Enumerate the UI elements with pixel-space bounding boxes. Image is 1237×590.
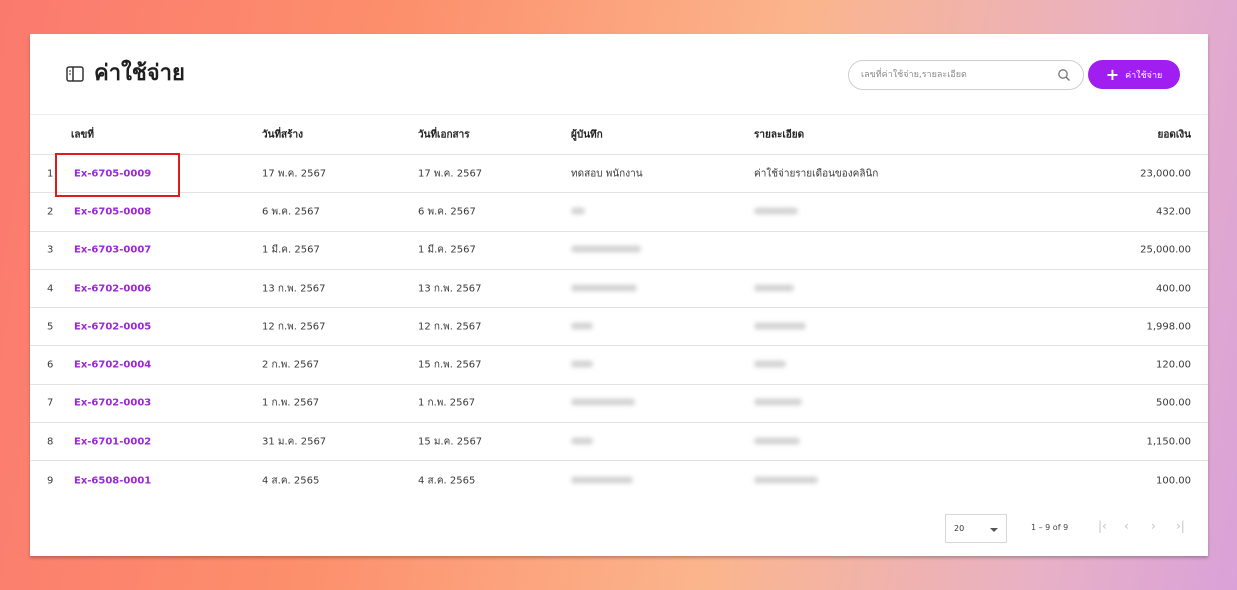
highlight-box: [55, 153, 180, 197]
expense-amount: 1,150.00: [1146, 436, 1191, 448]
caret-down-icon: [990, 528, 998, 532]
expenses-table: เลขที่ วันที่สร้าง วันที่เอกสาร ผู้บันทึ…: [30, 114, 1208, 500]
recorder-redacted: [571, 206, 585, 217]
column-header-amount[interactable]: ยอดเงิน: [1158, 127, 1192, 142]
created-date: 1 ก.พ. 2567: [262, 397, 320, 409]
detail-redacted: [754, 398, 802, 409]
column-header-created[interactable]: วันที่สร้าง: [262, 127, 303, 142]
expense-amount: 400.00: [1156, 283, 1191, 295]
page-header: ค่าใช้จ่าย + ค่าใช้จ่าย: [30, 34, 1208, 114]
created-date: 4 ส.ค. 2565: [262, 475, 320, 487]
recorder-redacted: [571, 245, 641, 256]
expense-number-link[interactable]: Ex-6702-0005: [74, 321, 151, 332]
created-date: 13 ก.พ. 2567: [262, 283, 326, 295]
expense-amount: 120.00: [1156, 359, 1191, 371]
detail-redacted: [754, 475, 818, 486]
sidebar-toggle-icon[interactable]: [66, 66, 84, 82]
table-row[interactable]: 8 Ex-6701-0002 31 ม.ค. 2567 15 ม.ค. 2567…: [30, 423, 1208, 462]
table-row[interactable]: 4 Ex-6702-0006 13 ก.พ. 2567 13 ก.พ. 2567…: [30, 270, 1208, 309]
row-index: 6: [47, 359, 54, 371]
row-index: 3: [47, 244, 54, 256]
pagination: 20 1 – 9 of 9 |‹ ‹ › ›|: [30, 504, 1208, 544]
table-header: เลขที่ วันที่สร้าง วันที่เอกสาร ผู้บันทึ…: [30, 114, 1208, 155]
search-icon[interactable]: [1057, 68, 1071, 82]
created-date: 17 พ.ค. 2567: [262, 168, 327, 180]
row-index: 8: [47, 436, 54, 448]
created-date: 6 พ.ค. 2567: [262, 206, 320, 218]
expense-amount: 25,000.00: [1140, 244, 1191, 256]
expense-amount: 1,998.00: [1146, 321, 1191, 333]
expense-detail: ค่าใช้จ่ายรายเดือนของคลินิก: [754, 168, 879, 180]
recorder-redacted: [571, 398, 635, 409]
row-index: 7: [47, 397, 54, 409]
document-date: 15 ม.ค. 2567: [418, 436, 483, 448]
plus-icon: +: [1105, 64, 1120, 84]
column-header-number[interactable]: เลขที่: [71, 127, 94, 142]
last-page-icon[interactable]: ›|: [1176, 520, 1185, 532]
page-range: 1 – 9 of 9: [1031, 523, 1069, 532]
table-row[interactable]: 2 Ex-6705-0008 6 พ.ค. 2567 6 พ.ค. 2567 4…: [30, 193, 1208, 232]
page-size-value: 20: [954, 524, 965, 533]
expense-number-link[interactable]: Ex-6508-0001: [74, 475, 151, 486]
detail-redacted: [754, 436, 800, 447]
expense-number-link[interactable]: Ex-6702-0004: [74, 360, 151, 371]
detail-redacted: [754, 283, 794, 294]
next-page-icon[interactable]: ›: [1151, 520, 1156, 532]
recorder-redacted: [571, 283, 637, 294]
row-index: 2: [47, 206, 54, 218]
document-date: 12 ก.พ. 2567: [418, 321, 482, 333]
table-row[interactable]: 6 Ex-6702-0004 2 ก.พ. 2567 15 ก.พ. 2567 …: [30, 346, 1208, 385]
expense-number-link[interactable]: Ex-6702-0003: [74, 398, 151, 409]
document-date: 6 พ.ค. 2567: [418, 206, 476, 218]
search-box[interactable]: [848, 60, 1084, 90]
detail-redacted: [754, 360, 786, 371]
recorder-redacted: [571, 436, 593, 447]
table-row[interactable]: 5 Ex-6702-0005 12 ก.พ. 2567 12 ก.พ. 2567…: [30, 308, 1208, 347]
prev-page-icon[interactable]: ‹: [1124, 520, 1129, 532]
document-date: 1 มี.ค. 2567: [418, 244, 476, 256]
detail-redacted: [754, 321, 806, 332]
created-date: 1 มี.ค. 2567: [262, 244, 320, 256]
document-date: 17 พ.ค. 2567: [418, 168, 483, 180]
document-date: 15 ก.พ. 2567: [418, 359, 482, 371]
add-expense-label: ค่าใช้จ่าย: [1125, 70, 1163, 81]
detail-redacted: [754, 206, 798, 217]
expense-amount: 432.00: [1156, 206, 1191, 218]
row-index: 5: [47, 321, 54, 333]
row-index: 4: [47, 283, 54, 295]
expense-number-link[interactable]: Ex-6702-0006: [74, 283, 151, 294]
row-index: 1: [47, 168, 54, 180]
table-row[interactable]: 3 Ex-6703-0007 1 มี.ค. 2567 1 มี.ค. 2567…: [30, 232, 1208, 270]
table-row[interactable]: 7 Ex-6702-0003 1 ก.พ. 2567 1 ก.พ. 2567 5…: [30, 385, 1208, 424]
search-input[interactable]: [861, 66, 1051, 84]
created-date: 31 ม.ค. 2567: [262, 436, 327, 448]
document-date: 4 ส.ค. 2565: [418, 475, 476, 487]
first-page-icon[interactable]: |‹: [1098, 520, 1107, 532]
created-date: 2 ก.พ. 2567: [262, 359, 320, 371]
document-date: 1 ก.พ. 2567: [418, 397, 476, 409]
expense-amount: 100.00: [1156, 475, 1191, 487]
expenses-card: ค่าใช้จ่าย + ค่าใช้จ่าย เลขที่ วันที่สร้…: [30, 34, 1208, 556]
column-header-recorder[interactable]: ผู้บันทึก: [571, 127, 603, 142]
table-row[interactable]: 9 Ex-6508-0001 4 ส.ค. 2565 4 ส.ค. 2565 1…: [30, 461, 1208, 499]
expense-number-link[interactable]: Ex-6703-0007: [74, 245, 151, 256]
table-row[interactable]: 1 Ex-6705-0009 17 พ.ค. 2567 17 พ.ค. 2567…: [30, 155, 1208, 194]
expense-number-link[interactable]: Ex-6705-0008: [74, 206, 151, 217]
title-group: ค่าใช้จ่าย: [66, 60, 185, 88]
page-title: ค่าใช้จ่าย: [94, 61, 185, 86]
recorder-name: ทดสอบ พนักงาน: [571, 168, 643, 180]
column-header-detail[interactable]: รายละเอียด: [754, 127, 804, 142]
column-header-doc-date[interactable]: วันที่เอกสาร: [418, 127, 470, 142]
expense-amount: 23,000.00: [1140, 168, 1191, 180]
expense-number-link[interactable]: Ex-6701-0002: [74, 436, 151, 447]
expense-amount: 500.00: [1156, 397, 1191, 409]
page-size-select[interactable]: 20: [945, 514, 1007, 543]
recorder-redacted: [571, 321, 593, 332]
recorder-redacted: [571, 360, 593, 371]
row-index: 9: [47, 475, 54, 487]
recorder-redacted: [571, 475, 633, 486]
document-date: 13 ก.พ. 2567: [418, 283, 482, 295]
created-date: 12 ก.พ. 2567: [262, 321, 326, 333]
add-expense-button[interactable]: + ค่าใช้จ่าย: [1088, 60, 1180, 89]
